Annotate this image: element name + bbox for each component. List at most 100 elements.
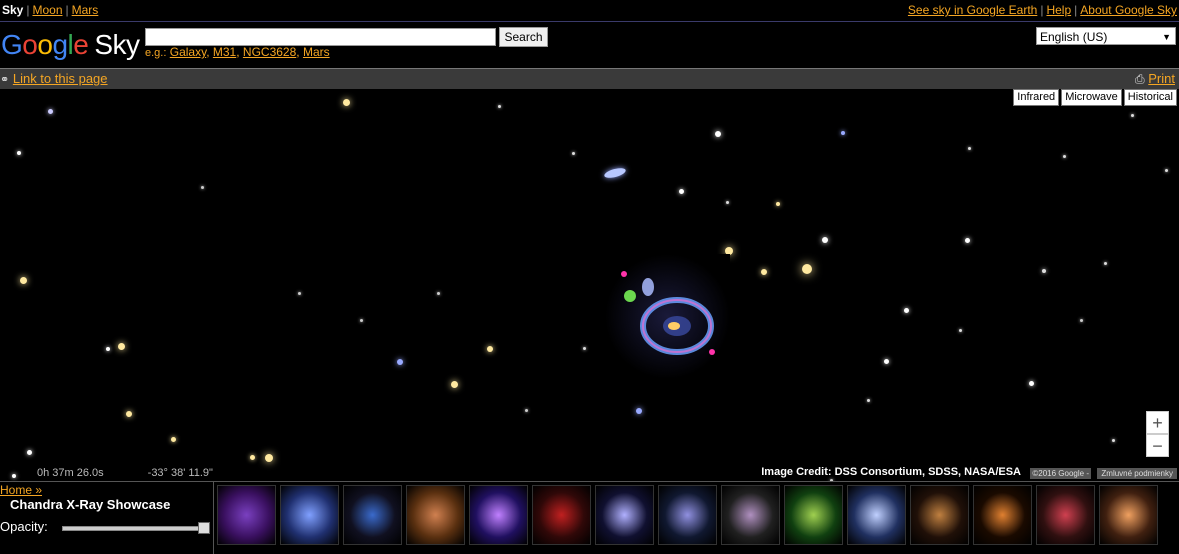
star	[298, 292, 301, 295]
star	[715, 131, 721, 137]
showcase-thumbnail[interactable]	[217, 485, 276, 545]
star	[968, 147, 971, 150]
star	[397, 359, 403, 365]
showcase-thumbnail[interactable]	[784, 485, 843, 545]
showcase-thumbnail[interactable]	[847, 485, 906, 545]
chain-link-icon: ⚭	[0, 74, 10, 86]
star	[1104, 262, 1107, 265]
header: Google Sky Search e.g.: Galaxy, M31, NGC3…	[0, 22, 1179, 68]
showcase-thumbnail[interactable]	[406, 485, 465, 545]
layer-historical-button[interactable]: Historical	[1123, 89, 1177, 106]
star	[17, 151, 21, 155]
showcase-thumbnail[interactable]	[469, 485, 528, 545]
star	[27, 450, 32, 455]
star	[48, 109, 53, 114]
star	[802, 264, 812, 274]
layer-buttons: Infrared Microwave Historical	[1011, 89, 1177, 106]
spiral-galaxy-icon	[603, 166, 627, 180]
nav-sky: Sky	[2, 3, 24, 17]
link-to-page[interactable]: Link to this page	[13, 71, 108, 86]
star	[171, 437, 176, 442]
zoom-out-button[interactable]: −	[1146, 434, 1169, 457]
star	[867, 399, 870, 402]
example-m31-link[interactable]: M31	[213, 45, 236, 59]
google-earth-link[interactable]: See sky in Google Earth	[908, 3, 1037, 17]
showcase-thumbnail[interactable]	[1036, 485, 1095, 545]
copyright: ©2016 Google -	[1030, 468, 1091, 479]
image-credit: Image Credit: DSS Consortium, SDSS, NASA…	[761, 466, 1021, 478]
star	[726, 201, 729, 204]
opacity-slider-handle[interactable]	[198, 522, 210, 534]
star	[822, 237, 828, 243]
star	[250, 455, 255, 460]
star	[1063, 155, 1066, 158]
printer-icon: ⎙	[1135, 72, 1145, 86]
search-input[interactable]	[145, 28, 496, 46]
showcase-panel: Home » Chandra X-Ray Showcase Opacity:	[0, 482, 214, 554]
showcase-thumbnail[interactable]	[1099, 485, 1158, 545]
showcase-thumbnail[interactable]	[343, 485, 402, 545]
opacity-slider-track[interactable]	[62, 526, 210, 531]
showcase-bar: Home » Chandra X-Ray Showcase Opacity:	[0, 481, 1179, 554]
star	[437, 292, 440, 295]
star	[1080, 319, 1083, 322]
dropdown-arrow-icon: ▼	[1162, 32, 1171, 42]
showcase-thumbnail[interactable]	[721, 485, 780, 545]
star	[201, 186, 204, 189]
star	[498, 105, 501, 108]
showcase-thumbnail[interactable]	[595, 485, 654, 545]
star	[1131, 114, 1134, 117]
star	[776, 202, 780, 206]
star	[360, 319, 363, 322]
examples-label: e.g.:	[145, 47, 167, 59]
layer-microwave-button[interactable]: Microwave	[1061, 89, 1122, 106]
showcase-thumbnail[interactable]	[658, 485, 717, 545]
search-examples: e.g.: Galaxy, M31, NGC3628, Mars	[145, 45, 330, 59]
about-link[interactable]: About Google Sky	[1080, 3, 1177, 17]
star	[572, 152, 575, 155]
showcase-thumbnail[interactable]	[280, 485, 339, 545]
search-button[interactable]: Search	[499, 27, 548, 47]
star	[884, 359, 889, 364]
star	[1029, 381, 1034, 386]
example-ngc3628-link[interactable]: NGC3628	[243, 45, 296, 59]
star	[343, 99, 350, 106]
star	[1165, 169, 1168, 172]
home-link[interactable]: Home »	[0, 483, 42, 497]
link-bar: ⚭ Link to this page ⎙ Print	[0, 68, 1179, 90]
star	[12, 474, 16, 478]
example-galaxy-link[interactable]: Galaxy	[170, 45, 206, 59]
terms-link[interactable]: Zmluvné podmienky	[1097, 468, 1177, 479]
nav-moon-link[interactable]: Moon	[32, 3, 62, 17]
star	[761, 269, 767, 275]
top-nav-bar: Sky | Moon | Mars See sky in Google Earth | He…	[0, 0, 1179, 22]
star	[487, 346, 493, 352]
print-link[interactable]: Print	[1148, 71, 1175, 86]
star	[679, 189, 684, 194]
star	[451, 381, 458, 388]
nav-mars-link[interactable]: Mars	[72, 3, 99, 17]
zoom-in-button[interactable]: +	[1146, 411, 1169, 434]
star	[1112, 439, 1115, 442]
star	[841, 131, 845, 135]
star	[126, 411, 132, 417]
language-select[interactable]: English (US) ▼	[1036, 27, 1176, 45]
right-ascension: 0h 37m 26.0s	[37, 467, 104, 479]
sky-map[interactable]: Infrared Microwave Historical + − 0h 37m 2…	[0, 89, 1179, 481]
example-mars-link[interactable]: Mars	[303, 45, 330, 59]
layer-infrared-button[interactable]: Infrared	[1013, 89, 1060, 106]
showcase-thumbnail[interactable]	[910, 485, 969, 545]
declination: -33° 38' 11.9"	[147, 467, 213, 479]
star	[904, 308, 909, 313]
coordinates-readout: 0h 37m 26.0s -33° 38' 11.9"	[37, 467, 257, 479]
showcase-thumbnail[interactable]	[532, 485, 591, 545]
star	[118, 343, 125, 350]
showcase-thumbnail[interactable]	[973, 485, 1032, 545]
language-selected: English (US)	[1040, 30, 1108, 44]
star	[965, 238, 970, 243]
star	[20, 277, 27, 284]
help-link[interactable]: Help	[1046, 3, 1071, 17]
google-sky-logo[interactable]: Google Sky	[1, 30, 140, 60]
star	[106, 347, 110, 351]
star	[1042, 269, 1046, 273]
